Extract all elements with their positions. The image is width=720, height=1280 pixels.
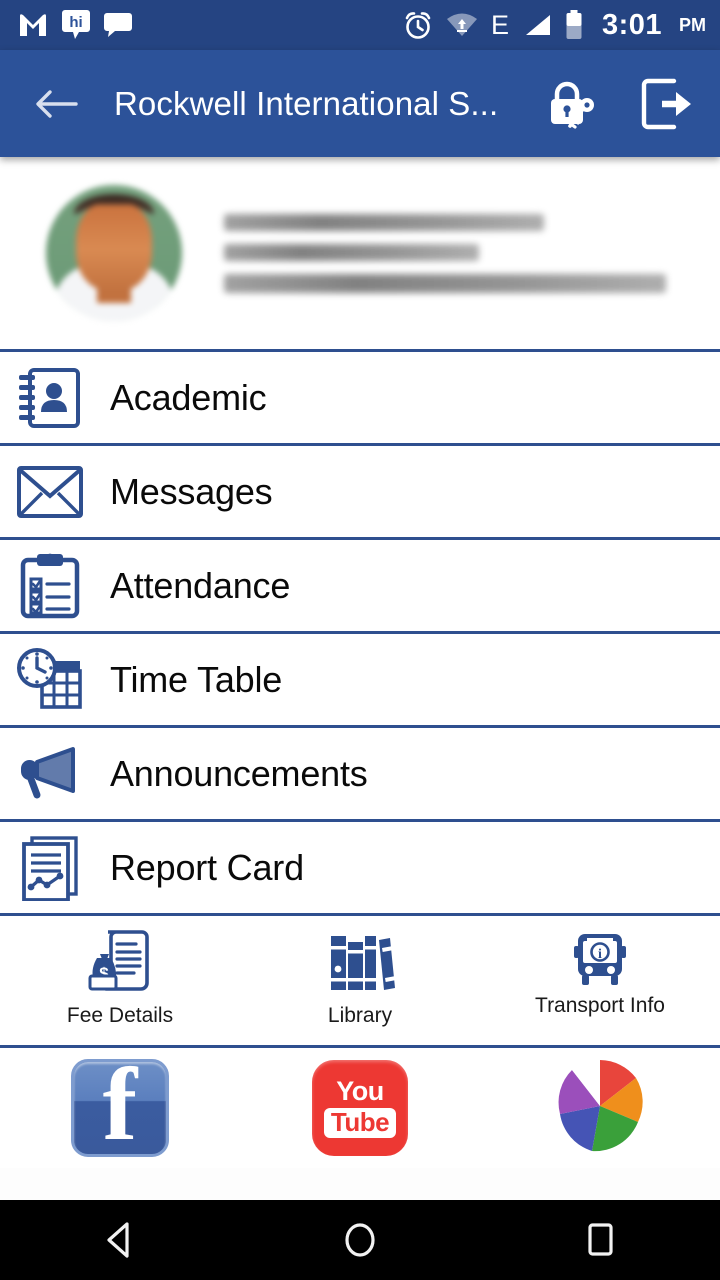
picasa-icon — [550, 1056, 650, 1161]
menu-item-report-card[interactable]: Report Card — [0, 822, 720, 916]
status-bar-notifications: hi — [18, 9, 132, 41]
social-link-picasa[interactable] — [480, 1056, 720, 1161]
facebook-icon — [71, 1059, 169, 1157]
nav-recents-button[interactable] — [480, 1218, 720, 1262]
main-menu: Academic Messages Attendance Time Table … — [0, 352, 720, 916]
clock-calendar-icon — [12, 646, 88, 714]
avatar — [46, 185, 182, 321]
envelope-icon — [12, 458, 88, 526]
data-type-label: E — [490, 9, 509, 40]
menu-label: Academic — [110, 376, 267, 418]
menu-label: Announcements — [110, 752, 368, 794]
menu-item-attendance[interactable]: Attendance — [0, 540, 720, 634]
android-nav-bar — [0, 1200, 720, 1280]
menu-label: Report Card — [110, 846, 304, 888]
student-school — [224, 273, 666, 293]
menu-item-academic[interactable]: Academic — [0, 352, 720, 446]
gmail-icon — [18, 12, 48, 38]
app-bar: Rockwell International S... — [0, 50, 720, 157]
svg-text:i: i — [598, 947, 602, 962]
report-chart-icon — [12, 834, 88, 902]
nav-back-button[interactable] — [0, 1219, 240, 1261]
social-link-facebook[interactable] — [0, 1059, 240, 1157]
quick-link-transport-info[interactable]: i Transport Info — [480, 926, 720, 1018]
nav-home-button[interactable] — [240, 1218, 480, 1262]
quick-link-label: Fee Details — [66, 1004, 174, 1027]
student-name — [224, 213, 544, 231]
menu-item-messages[interactable]: Messages — [0, 446, 720, 540]
clipboard-check-icon — [12, 552, 88, 620]
student-details — [224, 213, 666, 293]
page-title: Rockwell International S... — [114, 84, 499, 122]
bus-info-icon: i — [570, 926, 630, 988]
nav-recents-icon — [588, 1223, 613, 1256]
menu-label: Time Table — [110, 658, 283, 700]
alarm-icon — [403, 10, 433, 40]
quick-link-label: Library — [327, 1004, 393, 1027]
menu-label: Messages — [110, 470, 273, 512]
quick-link-library[interactable]: Library — [240, 926, 480, 1028]
nav-home-icon — [345, 1223, 375, 1257]
student-class — [224, 243, 479, 261]
menu-item-announcements[interactable]: Announcements — [0, 728, 720, 822]
status-bar-system: E 3:01 PM — [403, 10, 706, 40]
menu-item-time-table[interactable]: Time Table — [0, 634, 720, 728]
books-icon — [325, 926, 395, 994]
social-link-youtube[interactable]: You Tube — [240, 1060, 480, 1156]
battery-icon — [565, 10, 583, 40]
change-password-button[interactable] — [540, 73, 602, 135]
status-bar: hi E 3:01 PM — [0, 0, 720, 50]
contact-book-icon — [12, 364, 88, 432]
status-bar-ampm: PM — [679, 14, 706, 35]
quick-link-label: Transport Info — [535, 994, 665, 1017]
menu-label: Attendance — [110, 564, 291, 606]
youtube-icon: You Tube — [312, 1060, 408, 1156]
student-profile-card[interactable] — [0, 157, 720, 352]
edge-data-icon: E — [490, 9, 509, 40]
quick-links-row: $ Fee Details Library i Transport Info — [0, 916, 720, 1048]
app-root: hi E 3:01 PM Rockwell International S...… — [0, 0, 720, 1280]
back-button[interactable] — [30, 78, 82, 130]
messaging-icon — [104, 12, 132, 38]
invoice-money-icon: $ — [86, 926, 154, 994]
logout-button[interactable] — [636, 73, 698, 135]
social-links-row: You Tube — [0, 1048, 720, 1168]
nav-back-icon — [107, 1222, 129, 1258]
wifi-icon — [446, 12, 478, 38]
megaphone-icon — [12, 740, 88, 808]
hike-icon: hi — [62, 9, 90, 41]
status-bar-time: 3:01 — [601, 8, 662, 41]
quick-link-fee-details[interactable]: $ Fee Details — [0, 926, 240, 1028]
svg-text:hi: hi — [69, 14, 82, 31]
signal-icon — [522, 12, 552, 38]
